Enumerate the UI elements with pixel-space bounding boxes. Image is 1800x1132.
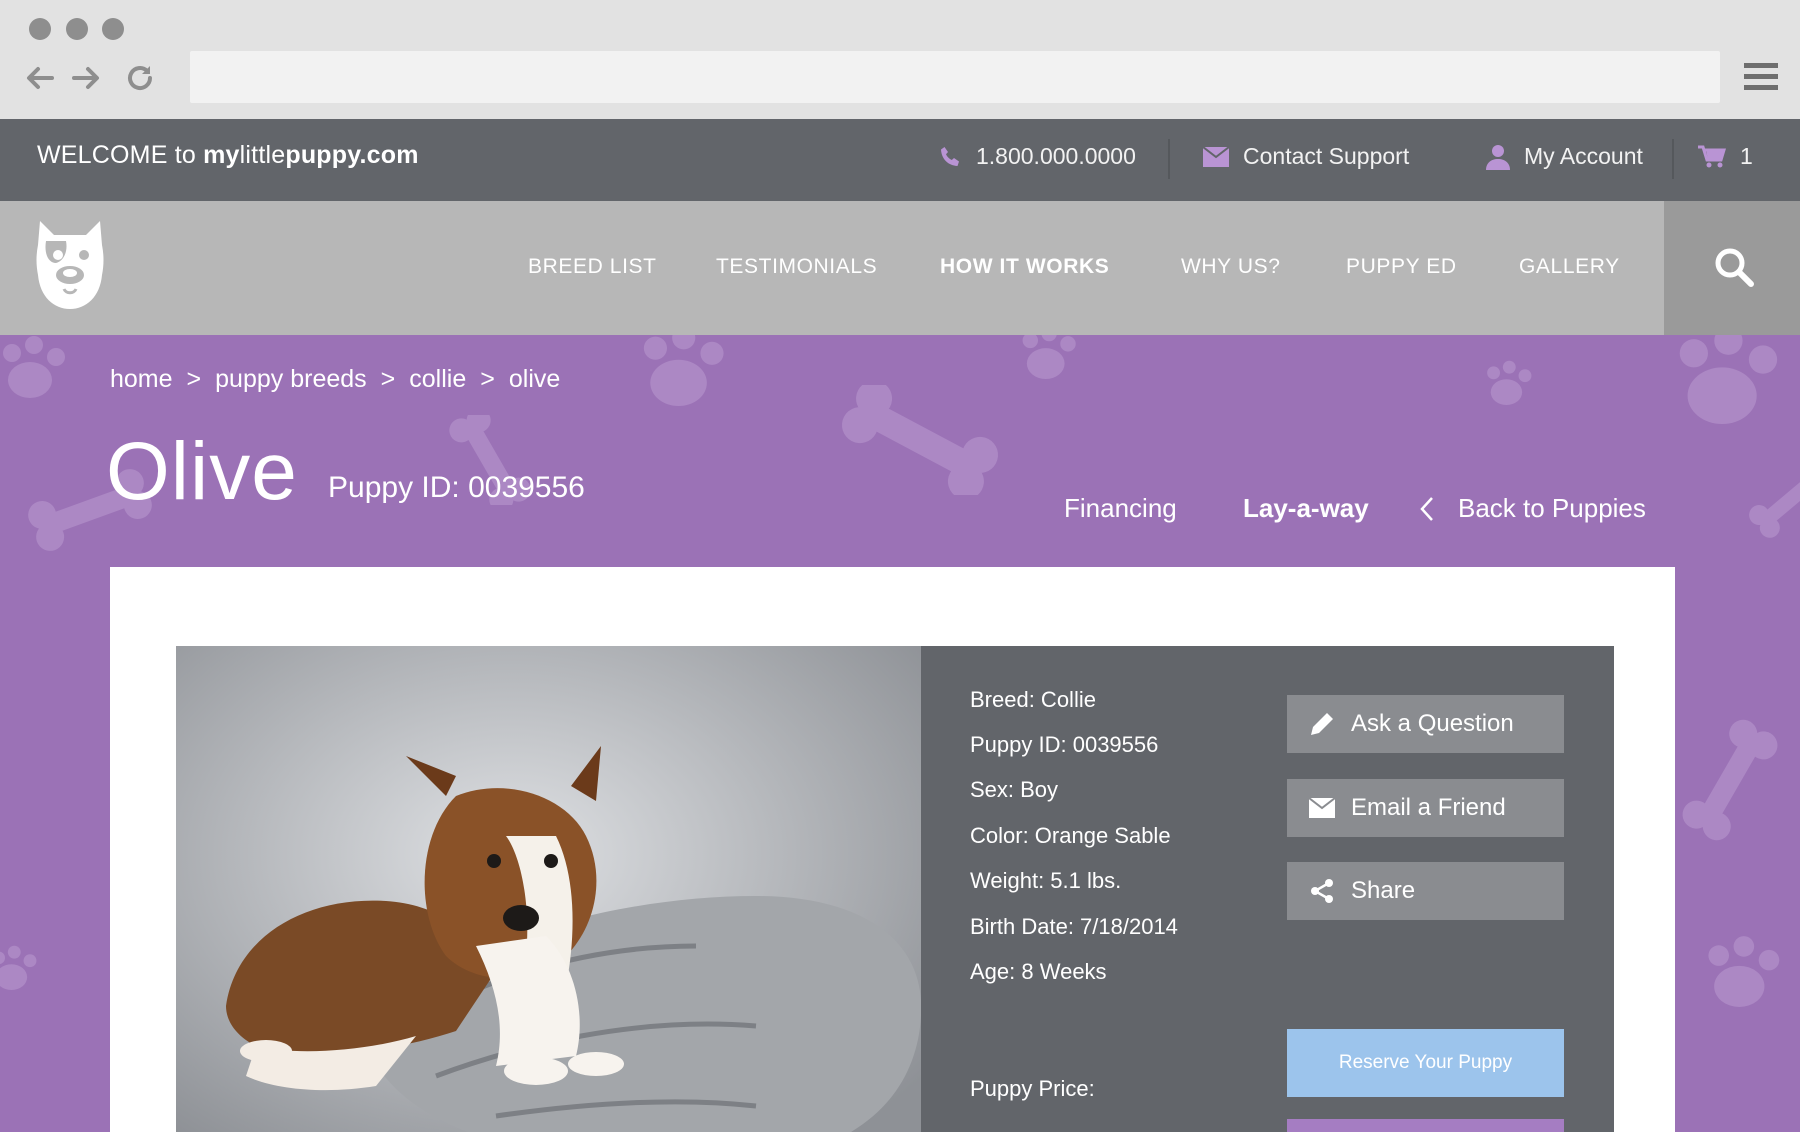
dog-logo-icon[interactable]	[36, 219, 104, 311]
fact-puppy-id: Puppy ID: 0039556	[970, 732, 1159, 757]
fact-color: Color: Orange Sable	[970, 823, 1171, 848]
site-name-little: little	[239, 141, 286, 169]
top-info-bar: WELCOME to mylittlepuppy.com 1.800.000.0…	[0, 119, 1800, 201]
nav-gallery[interactable]: GALLERY	[1519, 255, 1620, 279]
menu-hamburger-icon[interactable]	[1744, 60, 1778, 94]
address-bar[interactable]	[190, 51, 1720, 103]
breadcrumb-separator: >	[380, 365, 396, 393]
user-icon	[1486, 144, 1510, 170]
puppy-id-subtitle: Puppy ID: 0039556	[328, 471, 585, 504]
ask-question-button[interactable]: Ask a Question	[1287, 695, 1564, 753]
breadcrumb-separator: >	[480, 365, 495, 393]
ask-question-label: Ask a Question	[1351, 710, 1514, 737]
contact-support-label: Contact Support	[1243, 143, 1410, 169]
pencil-icon	[1311, 713, 1333, 735]
fact-breed: Breed: Collie	[970, 687, 1096, 712]
phone-number: 1.800.000.0000	[976, 143, 1136, 169]
bone-decoration	[841, 385, 999, 495]
window-zoom-dot[interactable]	[102, 18, 124, 40]
back-to-puppies-link[interactable]: Back to Puppies	[1420, 493, 1646, 524]
cart-count: 1	[1740, 143, 1753, 169]
fact-sex: Sex: Boy	[970, 777, 1059, 802]
chevron-left-icon	[1420, 496, 1433, 521]
paw-print-decoration	[0, 945, 37, 990]
fact-birth-date: Birth Date: 7/18/2014	[970, 914, 1178, 939]
secondary-action-button[interactable]	[1287, 1119, 1564, 1132]
my-account-label: My Account	[1524, 143, 1643, 169]
site-name-puppy: puppy.com	[285, 141, 419, 169]
puppy-photo	[176, 646, 921, 1132]
envelope-icon	[1309, 798, 1335, 818]
share-label: Share	[1351, 877, 1416, 904]
collie-puppy-image	[176, 646, 921, 1132]
search-icon	[1715, 248, 1754, 287]
window-close-dot[interactable]	[29, 18, 51, 40]
nav-how-it-works[interactable]: HOW IT WORKS	[940, 255, 1109, 279]
site-name-my: my	[203, 141, 240, 169]
cart-link[interactable]: 1	[1698, 143, 1753, 170]
financing-link[interactable]: Financing	[1064, 493, 1177, 524]
cart-icon	[1698, 145, 1726, 167]
welcome-prefix: WELCOME to	[37, 141, 204, 169]
paw-print-decoration	[3, 336, 65, 398]
reserve-puppy-button[interactable]: Reserve Your Puppy	[1287, 1029, 1564, 1097]
breadcrumb-puppy-breeds[interactable]: puppy breeds	[215, 365, 367, 394]
divider	[1672, 139, 1674, 179]
breadcrumb-home[interactable]: home	[110, 365, 173, 394]
paw-print-decoration	[1022, 335, 1076, 379]
bone-decoration	[1682, 719, 1778, 841]
forward-arrow-icon[interactable]	[70, 62, 102, 94]
reload-icon[interactable]	[124, 62, 156, 94]
search-button[interactable]	[1664, 201, 1800, 335]
paw-print-decoration	[1487, 360, 1532, 405]
page-title: Olive	[106, 426, 298, 517]
divider	[1168, 139, 1170, 179]
fact-weight: Weight: 5.1 lbs.	[970, 868, 1122, 893]
email-friend-button[interactable]: Email a Friend	[1287, 779, 1564, 837]
breadcrumb: home > puppy breeds > collie > olive	[110, 365, 560, 394]
phone-link[interactable]: 1.800.000.0000	[938, 143, 1136, 170]
puppy-detail-card: Breed: Collie Puppy ID: 0039556 Sex: Boy…	[110, 567, 1675, 1132]
contact-support-link[interactable]: Contact Support	[1203, 143, 1409, 170]
nav-puppy-ed[interactable]: PUPPY ED	[1346, 255, 1457, 279]
puppy-price-label: Puppy Price:	[970, 1076, 1095, 1101]
my-account-link[interactable]: My Account	[1486, 143, 1643, 170]
nav-why-us[interactable]: WHY US?	[1181, 255, 1281, 279]
back-arrow-icon[interactable]	[24, 62, 56, 94]
puppy-info-panel: Breed: Collie Puppy ID: 0039556 Sex: Boy…	[921, 646, 1614, 1132]
main-navigation: BREED LIST TESTIMONIALS HOW IT WORKS WHY…	[0, 201, 1800, 335]
layaway-link[interactable]: Lay-a-way	[1243, 493, 1369, 524]
share-icon	[1311, 879, 1333, 903]
back-to-puppies-label: Back to Puppies	[1458, 493, 1646, 523]
email-friend-label: Email a Friend	[1351, 794, 1506, 821]
paw-print-decoration	[643, 335, 724, 406]
welcome-text: WELCOME to mylittlepuppy.com	[37, 141, 419, 170]
fact-age: Age: 8 Weeks	[970, 959, 1107, 984]
hero-section: home > puppy breeds > collie > olive Oli…	[0, 335, 1800, 1132]
breadcrumb-separator: >	[186, 365, 202, 393]
window-minimize-dot[interactable]	[66, 18, 88, 40]
bone-decoration	[1749, 475, 1800, 538]
paw-print-decoration	[1679, 335, 1778, 424]
phone-icon	[941, 146, 959, 166]
nav-testimonials[interactable]: TESTIMONIALS	[716, 255, 877, 279]
breadcrumb-current: olive	[508, 365, 561, 393]
paw-print-decoration	[1708, 936, 1780, 1007]
breadcrumb-collie[interactable]: collie	[409, 365, 466, 394]
browser-chrome	[0, 0, 1800, 119]
share-button[interactable]: Share	[1287, 862, 1564, 920]
nav-breed-list[interactable]: BREED LIST	[528, 255, 657, 279]
envelope-icon	[1203, 146, 1229, 167]
